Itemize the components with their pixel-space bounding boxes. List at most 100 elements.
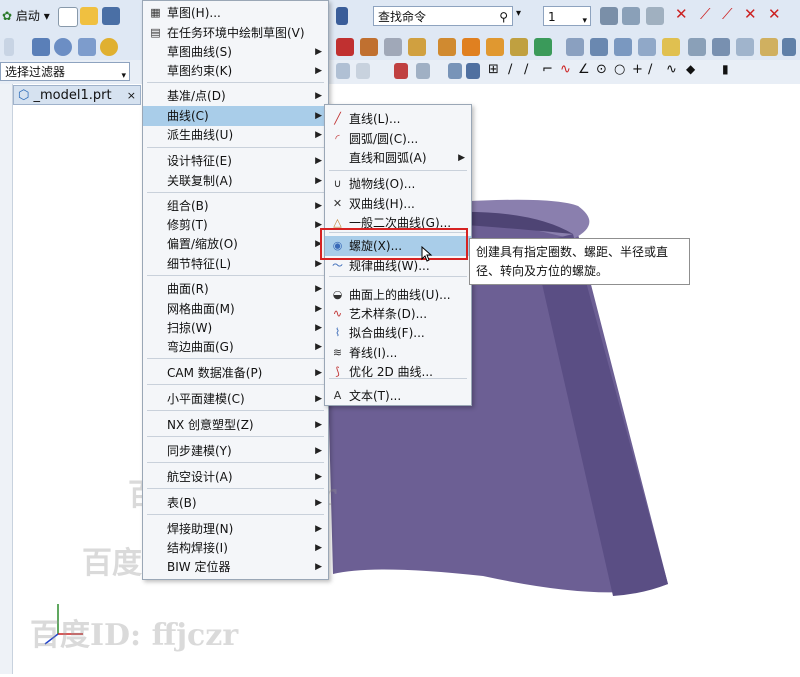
menu-item[interactable]: 设计特征(E) ▶ xyxy=(143,151,328,171)
hole-icon[interactable] xyxy=(384,38,402,56)
draft-icon[interactable] xyxy=(688,38,706,56)
menu-item[interactable]: A 文本(T)... xyxy=(325,386,471,406)
menu-item[interactable]: 派生曲线(U) ▶ xyxy=(143,125,328,145)
snap-circle-icon[interactable]: ○ xyxy=(614,62,625,77)
unite-icon[interactable] xyxy=(534,38,552,56)
snap-intersect-icon[interactable]: ✕ xyxy=(768,5,781,23)
cone-icon[interactable] xyxy=(78,38,96,56)
menu-item[interactable]: 结构焊接(I) ▶ xyxy=(143,538,328,558)
intersect-icon[interactable] xyxy=(590,38,608,56)
menu-item[interactable]: 直线和圆弧(A) ▶ xyxy=(325,148,471,168)
menu-item[interactable]: 偏置/缩放(O) ▶ xyxy=(143,234,328,254)
snap-control-icon[interactable]: ✕ xyxy=(744,5,757,23)
layer-select[interactable]: 1 ▾ xyxy=(543,6,591,26)
start-button[interactable]: ✿ 启动 ▾ xyxy=(2,7,50,24)
menu-item[interactable]: ╱ 直线(L)... xyxy=(325,109,471,129)
new-file-icon[interactable] xyxy=(58,7,78,27)
menu-item-label: 设计特征(E) xyxy=(167,154,232,168)
snap-icon[interactable] xyxy=(356,63,370,79)
menu-item[interactable]: ▤ 在任务环境中绘制草图(V) xyxy=(143,23,328,43)
menu-item[interactable]: ▦ 草图(H)... xyxy=(143,3,328,23)
snap-curve-icon[interactable]: ⌐ xyxy=(542,62,553,77)
menu-item[interactable]: ∿ 艺术样条(D)... xyxy=(325,304,471,324)
menu-item[interactable]: 关联复制(A) ▶ xyxy=(143,171,328,191)
menu-item[interactable]: 草图约束(K) ▶ xyxy=(143,61,328,81)
extrude-icon[interactable] xyxy=(336,38,354,56)
groove-icon[interactable] xyxy=(510,38,528,56)
snap-point-icon[interactable]: ✕ xyxy=(675,5,688,23)
point-snap-icon[interactable] xyxy=(394,63,408,79)
rect-select-icon[interactable] xyxy=(416,63,430,79)
snap-grid-icon[interactable]: ⊞ xyxy=(488,62,499,77)
edge-blend-icon[interactable] xyxy=(614,38,632,56)
sphere-icon[interactable] xyxy=(100,38,118,56)
snap-cross-icon[interactable]: + xyxy=(632,62,643,77)
snap-tangent-icon[interactable]: ∕ xyxy=(524,62,528,77)
menu-item[interactable]: ✕ 双曲线(H)... xyxy=(325,194,471,214)
snap-line-icon[interactable]: ∕ xyxy=(508,62,512,77)
menu-item[interactable]: NX 创意塑型(Z) ▶ xyxy=(143,415,328,435)
subtract-icon[interactable] xyxy=(566,38,584,56)
menu-item[interactable]: 修剪(T) ▶ xyxy=(143,215,328,235)
menu-item[interactable]: 草图曲线(S) ▶ xyxy=(143,42,328,62)
menu-item[interactable]: 焊接助理(N) ▶ xyxy=(143,519,328,539)
selection-filter-select[interactable]: 选择过滤器 ▾ xyxy=(0,62,130,81)
menu-item[interactable]: ◒ 曲面上的曲线(U)... xyxy=(325,285,471,305)
part-tab[interactable]: ⬡ _model1.prt × xyxy=(13,85,141,105)
menu-item[interactable]: ≋ 脊线(I)... xyxy=(325,343,471,363)
chevron-down-icon[interactable]: ▾ xyxy=(516,8,521,19)
copy-to-layer-icon[interactable] xyxy=(646,7,664,25)
snap-midpoint-icon[interactable]: ⟋ xyxy=(722,5,733,23)
select-filter-icon[interactable] xyxy=(336,63,350,79)
menu-item[interactable]: BIW 定位器 ▶ xyxy=(143,557,328,577)
menu-item[interactable]: 曲线(C) ▶ xyxy=(143,106,328,126)
boss-icon[interactable] xyxy=(408,38,426,56)
menu-item[interactable]: ◜ 圆弧/圆(C)... xyxy=(325,129,471,149)
menu-item[interactable]: 同步建模(Y) ▶ xyxy=(143,441,328,461)
snap-curve2-icon[interactable]: ∿ xyxy=(666,62,677,77)
pocket-icon[interactable] xyxy=(438,38,456,56)
close-icon[interactable]: × xyxy=(127,86,136,106)
menu-item[interactable]: 基准/点(D) ▶ xyxy=(143,86,328,106)
block-icon[interactable] xyxy=(32,38,50,56)
menu-item[interactable]: ⟆ 优化 2D 曲线... xyxy=(325,362,471,382)
view-icon[interactable] xyxy=(448,63,462,79)
menu-item[interactable]: 弯边曲面(G) ▶ xyxy=(143,337,328,357)
revolve-icon[interactable] xyxy=(360,38,378,56)
layer-settings-icon[interactable] xyxy=(600,7,618,25)
chamfer-icon[interactable] xyxy=(638,38,656,56)
menu-item[interactable]: ⌇ 拟合曲线(F)... xyxy=(325,323,471,343)
move-to-layer-icon[interactable] xyxy=(622,7,640,25)
menu-item[interactable]: 细节特征(L) ▶ xyxy=(143,254,328,274)
snap-slash-icon[interactable]: ∕ xyxy=(648,62,652,77)
trim-body-icon[interactable] xyxy=(736,38,754,56)
snap-endpoint-icon[interactable]: ⟋ xyxy=(700,5,711,23)
open-folder-icon[interactable] xyxy=(80,7,98,25)
menu-item[interactable]: 小平面建模(C) ▶ xyxy=(143,389,328,409)
search-icon[interactable]: ⚲ xyxy=(499,7,508,27)
snap-center-icon[interactable]: ⊙ xyxy=(596,62,607,77)
menu-item[interactable]: ∪ 抛物线(O)... xyxy=(325,174,471,194)
menu-item[interactable]: CAM 数据准备(P) ▶ xyxy=(143,363,328,383)
command-finder-input[interactable]: 查找命令 ⚲ xyxy=(373,6,513,26)
mirror-icon[interactable] xyxy=(782,38,796,56)
menu-item[interactable]: 网格曲面(M) ▶ xyxy=(143,299,328,319)
cylinder-icon[interactable] xyxy=(54,38,72,56)
pattern-icon[interactable] xyxy=(760,38,778,56)
slot-icon[interactable] xyxy=(486,38,504,56)
pad-icon[interactable] xyxy=(462,38,480,56)
snap-face-icon[interactable]: ◆ xyxy=(686,62,695,76)
offset-face-icon[interactable] xyxy=(712,38,730,56)
snap-angle-icon[interactable]: ∠ xyxy=(578,62,590,77)
menu-item[interactable]: 航空设计(A) ▶ xyxy=(143,467,328,487)
menu-item[interactable]: 曲面(R) ▶ xyxy=(143,279,328,299)
menu-item[interactable]: 扫掠(W) ▶ xyxy=(143,318,328,338)
menu-item[interactable]: 表(B) ▶ xyxy=(143,493,328,513)
shell-icon[interactable] xyxy=(662,38,680,56)
shaded-icon[interactable] xyxy=(466,63,480,79)
snap-bar-icon[interactable]: ▮ xyxy=(722,62,729,76)
save-icon[interactable] xyxy=(102,7,120,25)
snap-wave-icon[interactable]: ∿ xyxy=(560,62,571,77)
menu-item[interactable]: 组合(B) ▶ xyxy=(143,196,328,216)
command-finder-icon[interactable] xyxy=(336,7,348,25)
